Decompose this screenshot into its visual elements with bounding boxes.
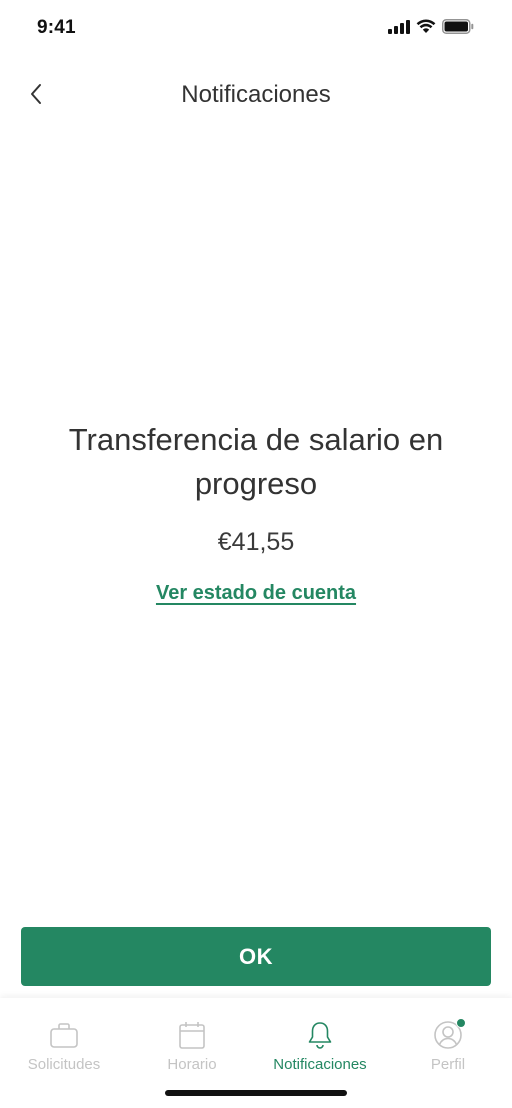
status-time: 9:41	[37, 17, 76, 38]
calendar-icon	[179, 1022, 205, 1049]
profile-notification-badge	[456, 1018, 466, 1028]
home-indicator	[165, 1090, 347, 1096]
tab-perfil[interactable]: Perfil	[384, 1018, 512, 1080]
status-bar: 9:41	[0, 0, 512, 58]
notification-detail: Transferencia de salario en progreso €41…	[30, 418, 482, 605]
bell-icon	[308, 1022, 332, 1049]
tab-solicitudes[interactable]: Solicitudes	[0, 1018, 128, 1080]
tab-label-solicitudes: Solicitudes	[27, 1056, 101, 1073]
tab-horario[interactable]: Horario	[128, 1018, 256, 1080]
notification-amount: €41,55	[217, 528, 295, 556]
tab-label-perfil: Perfil	[430, 1056, 466, 1073]
tab-notificaciones[interactable]: Notificaciones	[256, 1018, 384, 1080]
wifi-icon	[416, 19, 436, 33]
ok-button[interactable]: OK	[21, 927, 491, 986]
tab-label-horario: Horario	[167, 1056, 217, 1073]
page-title: Notificaciones	[181, 81, 331, 108]
notification-headline: Transferencia de salario en progreso	[68, 422, 444, 501]
briefcase-icon	[50, 1023, 78, 1048]
view-account-statement-link[interactable]: Ver estado de cuenta	[156, 582, 356, 605]
status-icons	[388, 19, 474, 34]
tab-label-notificaciones: Notificaciones	[273, 1056, 367, 1073]
battery-icon	[442, 19, 474, 34]
cellular-signal-icon	[388, 19, 410, 34]
header: Notificaciones	[0, 70, 512, 120]
